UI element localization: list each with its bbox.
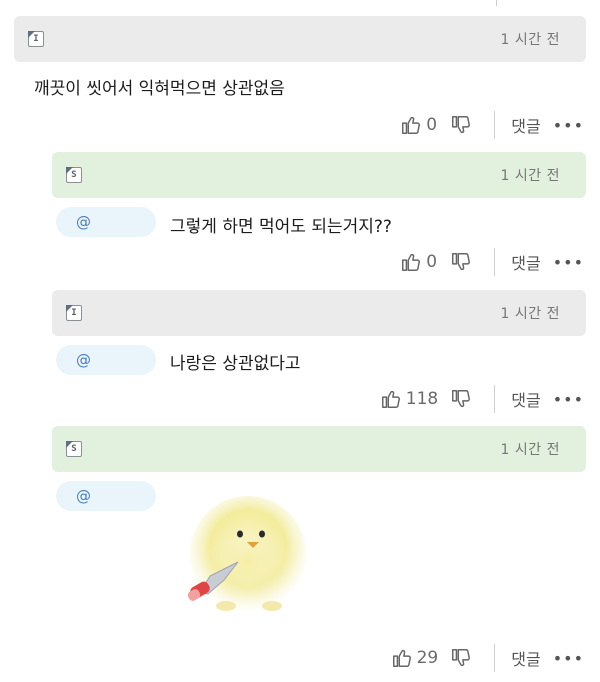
mention-tag[interactable]: @ [56,207,156,237]
timestamp: 1 시간 전 [500,168,560,184]
timestamp: 1 시간 전 [500,442,560,458]
comment-actions: 0 댓글 ••• [400,110,584,140]
action-divider [494,248,496,276]
like-count: 29 [416,648,439,668]
comment-header: S 1 시간 전 [52,426,586,472]
more-dots-icon[interactable]: ••• [553,253,584,272]
user-badge-icon[interactable]: S [66,441,82,457]
user-badge-icon[interactable]: S [66,167,82,183]
comment-actions: 29 댓글 ••• [391,643,584,673]
action-divider [494,385,496,413]
thumbs-up-icon[interactable] [391,647,413,669]
reply-button[interactable]: 댓글 [511,113,540,137]
action-divider [494,644,496,672]
comment-actions: 0 댓글 ••• [400,247,584,277]
thumbs-up-icon[interactable] [400,251,422,273]
thumbs-down-icon[interactable] [450,114,472,136]
comment-header: I 1 시간 전 [14,16,586,62]
mention-tag[interactable]: @ [56,481,156,511]
mention-tag[interactable]: @ [56,345,156,375]
reply-button[interactable]: 댓글 [511,387,540,411]
action-divider [494,111,496,139]
thumbs-up-icon[interactable] [400,114,422,136]
comment-text: 그렇게 하면 먹어도 되는거지?? [170,217,392,237]
like-count: 0 [426,252,438,272]
comment-header: S 1 시간 전 [52,152,586,198]
timestamp: 1 시간 전 [500,32,560,48]
user-badge-icon[interactable]: I [66,305,82,321]
timestamp: 1 시간 전 [500,306,560,322]
like-count: 118 [405,389,439,409]
comment-header: I 1 시간 전 [52,290,586,336]
thumbs-up-icon[interactable] [380,388,402,410]
more-dots-icon[interactable]: ••• [553,649,584,668]
reply-button[interactable]: 댓글 [511,250,540,274]
chick-with-knife-image [187,496,306,612]
thumbs-down-icon[interactable] [450,647,472,669]
like-count: 0 [426,115,438,135]
thumbs-down-icon[interactable] [450,251,472,273]
comment-text: 나랑은 상관없다고 [170,354,301,374]
comment-text: 깨끗이 씻어서 익혀먹으면 상관없음 [34,79,285,99]
more-dots-icon[interactable]: ••• [553,116,584,135]
comment-actions: 118 댓글 ••• [380,384,584,414]
thumbs-down-icon[interactable] [450,388,472,410]
reply-button[interactable]: 댓글 [511,646,540,670]
top-divider [496,0,497,6]
user-badge-icon[interactable]: I [28,31,44,47]
more-dots-icon[interactable]: ••• [553,390,584,409]
